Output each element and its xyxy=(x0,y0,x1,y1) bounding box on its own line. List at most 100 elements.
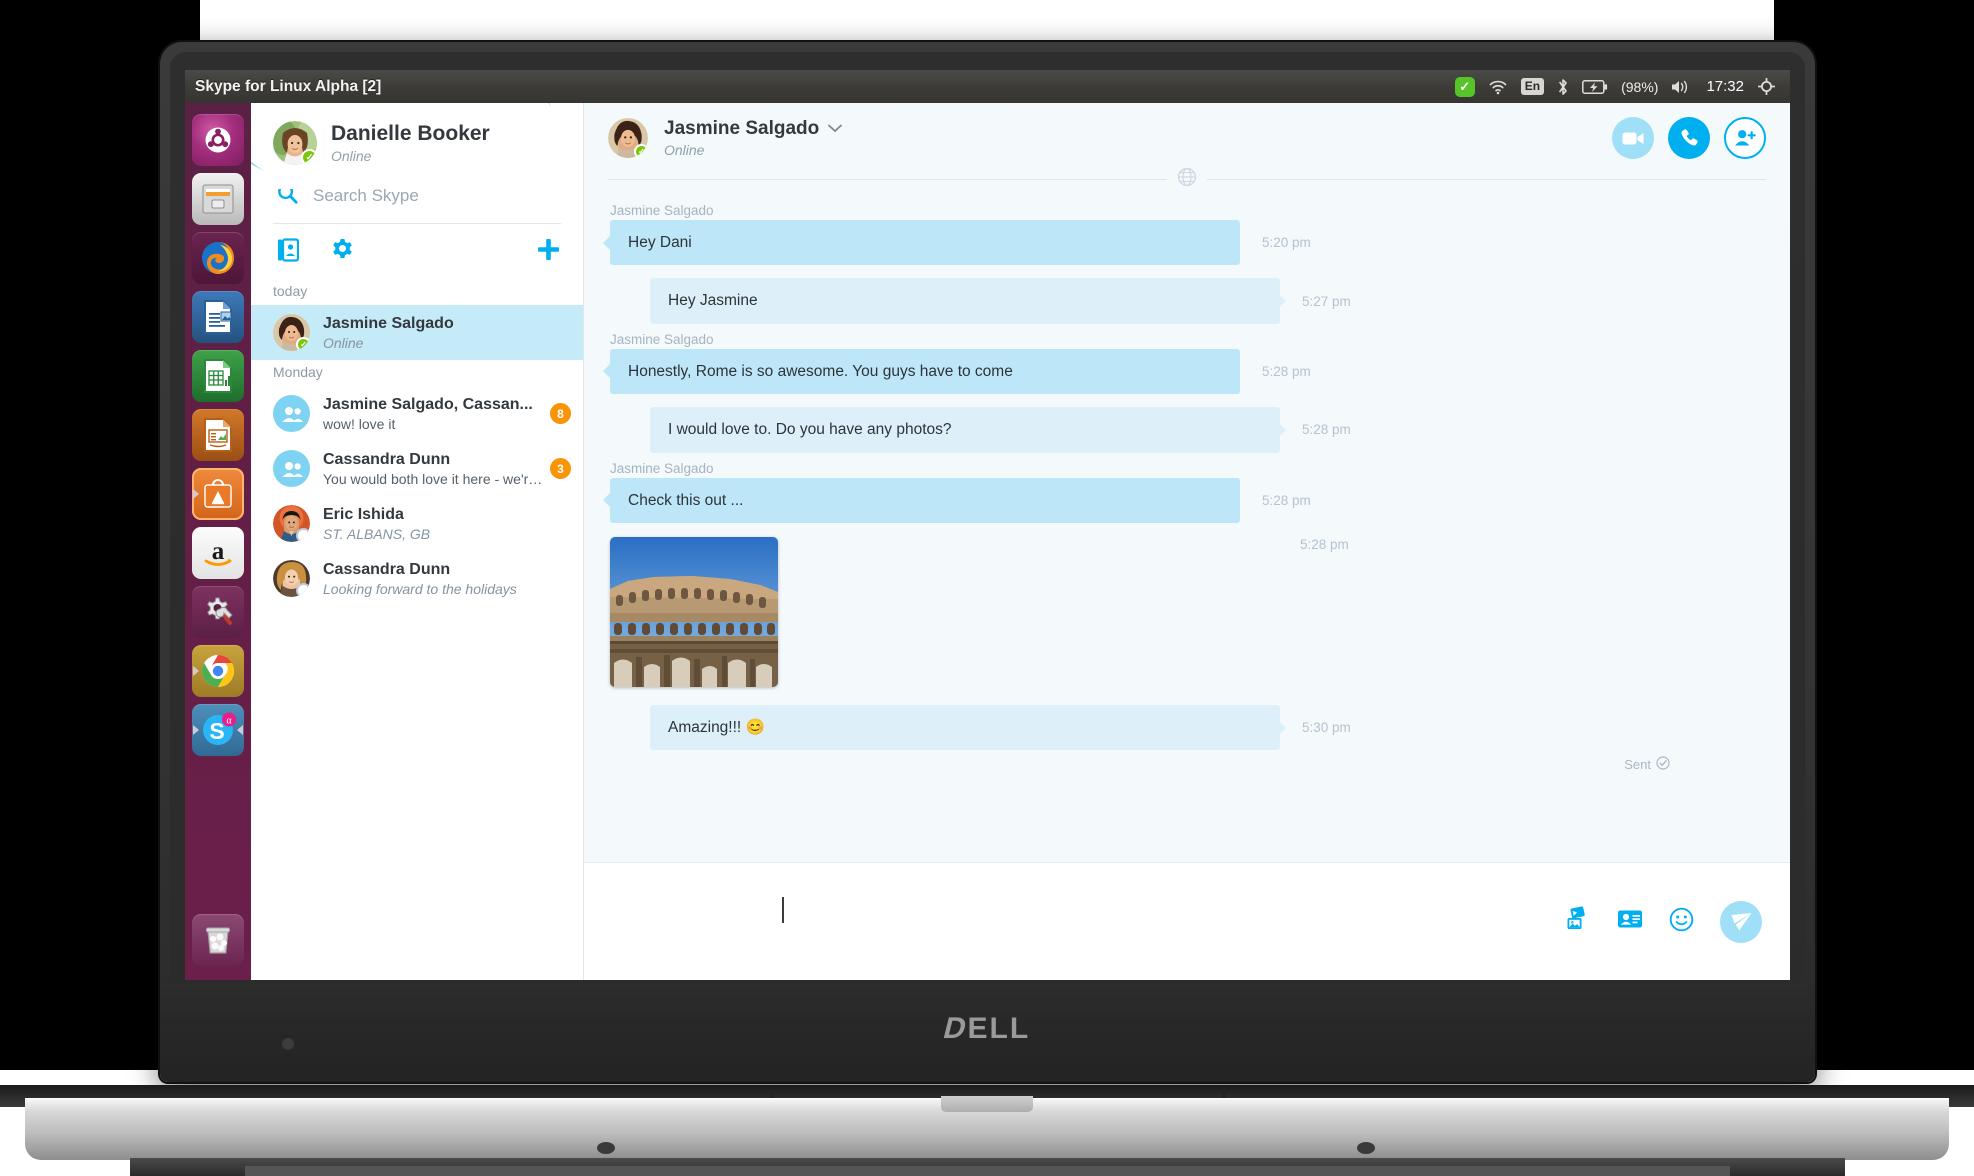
message-sender: Jasmine Salgado xyxy=(610,203,714,218)
launcher-item-ubuntu-dash[interactable] xyxy=(192,114,244,166)
chevron-down-icon[interactable] xyxy=(828,122,843,136)
window-title: Skype for Linux Alpha [2] xyxy=(195,77,382,95)
launcher-item-libreoffice-calc[interactable] xyxy=(192,350,244,402)
launcher-item-trash[interactable] xyxy=(192,914,244,966)
message-bubble[interactable]: Hey Dani xyxy=(610,220,1240,266)
chat-item-subtitle: Online xyxy=(323,334,364,351)
message-composer[interactable] xyxy=(584,862,1790,980)
avatar: ✓ xyxy=(273,121,317,165)
message-bubble[interactable]: Honestly, Rome is so awesome. You guys h… xyxy=(610,348,1240,395)
message-row: Check this out ... 5:28 pm xyxy=(608,477,1766,523)
message-row: Hey Dani 5:20 pm xyxy=(608,220,1766,266)
laptop-underside-2 xyxy=(245,1166,1730,1176)
unread-badge: 8 xyxy=(550,403,571,424)
message-row: Hey Jasmine 5:27 pm xyxy=(608,278,1766,324)
battery-percentage: (98%) xyxy=(1621,78,1659,95)
message-sender: Jasmine Salgado xyxy=(610,460,714,476)
launcher-item-skype[interactable]: S α xyxy=(192,704,244,756)
keyboard-layout-indicator[interactable]: En xyxy=(1520,78,1545,95)
chat-item-subtitle: wow! love it xyxy=(323,415,396,432)
presence-offline-badge xyxy=(296,583,310,597)
conversation-actions xyxy=(1612,117,1766,159)
message-bubble[interactable]: Hey Jasmine xyxy=(650,278,1280,324)
skype-window: ✓ Danielle Booker Online Search Skype to… xyxy=(251,103,1790,980)
chat-list: today ✓ Jasmine Salgado Online Monday Ja… xyxy=(251,279,583,606)
launcher-item-files[interactable] xyxy=(192,173,244,225)
laptop-indicator-dot xyxy=(281,1036,295,1050)
presence-online-badge: ✓ xyxy=(296,337,310,351)
green-check-icon[interactable]: ✓ xyxy=(1454,76,1475,97)
message-bubble[interactable]: I would love to. Do you have any photos? xyxy=(650,407,1280,453)
message-block: Hey Jasmine 5:27 pm xyxy=(608,278,1766,324)
avatar[interactable]: ✓ xyxy=(608,118,648,158)
chat-item-meta: Cassandra Dunn You would both love it he… xyxy=(323,451,550,487)
message-block: I would love to. Do you have any photos?… xyxy=(608,407,1766,453)
current-user-row[interactable]: ✓ Danielle Booker Online xyxy=(251,103,583,175)
chat-item-name: Cassandra Dunn xyxy=(323,560,451,578)
message-photo-colosseum[interactable] xyxy=(610,536,778,687)
phone-call-icon[interactable] xyxy=(1668,117,1710,159)
launcher-item-libreoffice-writer[interactable] xyxy=(192,291,244,343)
current-user-name: Danielle Booker xyxy=(331,122,490,145)
launcher-item-google-chrome[interactable] xyxy=(192,645,244,697)
group-avatar xyxy=(273,395,310,432)
message-row: Honestly, Rome is so awesome. You guys h… xyxy=(608,348,1766,395)
laptop-screen: Skype for Linux Alpha [2] ✓ En (98%) 17:… xyxy=(185,70,1790,980)
chat-item-meta: Jasmine Salgado Online xyxy=(323,315,571,351)
emoji-icon[interactable] xyxy=(1669,907,1694,937)
message-block: Jasmine Salgado Honestly, Rome is so awe… xyxy=(608,332,1766,395)
chat-item-subtitle: You would both love it here - we're havi… xyxy=(323,470,550,487)
chat-item-meta: Cassandra Dunn Looking forward to the ho… xyxy=(323,561,571,597)
launcher-item-libreoffice-impress[interactable] xyxy=(192,409,244,461)
bluetooth-icon[interactable] xyxy=(1557,78,1569,96)
avatar: ✓ xyxy=(273,314,310,351)
chat-list-item-group-cassandra-dunn[interactable]: Cassandra Dunn You would both love it he… xyxy=(251,441,583,496)
clock[interactable]: 17:32 xyxy=(1706,78,1744,95)
message-receipt-text: Sent xyxy=(1624,757,1651,773)
presence-online-badge: ✓ xyxy=(301,149,317,165)
chat-list-item-cassandra-dunn[interactable]: Cassandra Dunn Looking forward to the ho… xyxy=(251,551,583,606)
chat-item-name: Eric Ishida xyxy=(323,505,404,523)
send-button[interactable] xyxy=(1720,900,1762,943)
gear-icon[interactable] xyxy=(331,238,354,266)
add-person-icon[interactable] xyxy=(1724,117,1766,159)
avatar xyxy=(273,560,310,597)
skype-sidebar: ✓ Danielle Booker Online Search Skype to… xyxy=(251,103,584,980)
launcher-item-ubuntu-software[interactable] xyxy=(192,468,244,520)
launcher-item-amazon[interactable]: a xyxy=(192,527,244,579)
contacts-book-icon[interactable] xyxy=(277,237,300,267)
plus-icon[interactable] xyxy=(536,237,561,267)
volume-icon[interactable] xyxy=(1671,79,1693,95)
chat-list-item-eric-ishida[interactable]: Eric Ishida ST. ALBANS, GB xyxy=(251,496,583,551)
svg-text:a: a xyxy=(212,538,225,565)
launcher-item-firefox[interactable] xyxy=(192,232,244,284)
search-input[interactable] xyxy=(313,186,543,206)
message-bubble[interactable]: Amazing!!! 😊 xyxy=(650,704,1280,751)
chat-group-label-today: today xyxy=(273,283,308,299)
battery-charging-icon[interactable] xyxy=(1582,79,1608,94)
chat-list-item-jasmine-salgado[interactable]: ✓ Jasmine Salgado Online xyxy=(251,305,583,360)
unread-badge: 3 xyxy=(550,458,571,479)
svg-text:S: S xyxy=(209,718,224,744)
message-timestamp: 5:27 pm xyxy=(1302,293,1351,309)
wifi-icon[interactable] xyxy=(1488,79,1508,95)
laptop-scene: DDELLELL Skype for Linux Alpha [2] ✓ En xyxy=(0,0,1974,1176)
message-bubble[interactable]: Check this out ... xyxy=(610,477,1240,523)
conversation-status: Online xyxy=(664,142,705,158)
chat-item-meta: Eric Ishida ST. ALBANS, GB xyxy=(323,506,571,542)
message-list[interactable]: Jasmine Salgado Hey Dani 5:20 pm Hey Jas… xyxy=(584,173,1790,862)
desktop-top-panel: Skype for Linux Alpha [2] ✓ En (98%) 17:… xyxy=(185,70,1790,103)
video-call-icon[interactable] xyxy=(1612,117,1654,159)
power-gear-icon[interactable] xyxy=(1757,77,1776,96)
message-input[interactable] xyxy=(624,893,1624,927)
avatar xyxy=(273,505,310,542)
launcher-item-system-settings[interactable] xyxy=(192,586,244,638)
message-timestamp: 5:20 pm xyxy=(1262,235,1311,251)
message-row: Amazing!!! 😊 5:30 pm xyxy=(608,704,1766,751)
presence-online-badge: ✓ xyxy=(634,144,648,158)
conversation-pane: ✓ Jasmine Salgado Online Jasmine Salgado… xyxy=(584,103,1790,980)
chat-list-item-group-jasmine-cassandra[interactable]: Jasmine Salgado, Cassan... wow! love it … xyxy=(251,386,583,441)
chat-item-subtitle: Looking forward to the holidays xyxy=(323,580,517,597)
chat-item-subtitle: ST. ALBANS, GB xyxy=(323,525,431,542)
chat-group-label-monday: Monday xyxy=(273,364,323,380)
